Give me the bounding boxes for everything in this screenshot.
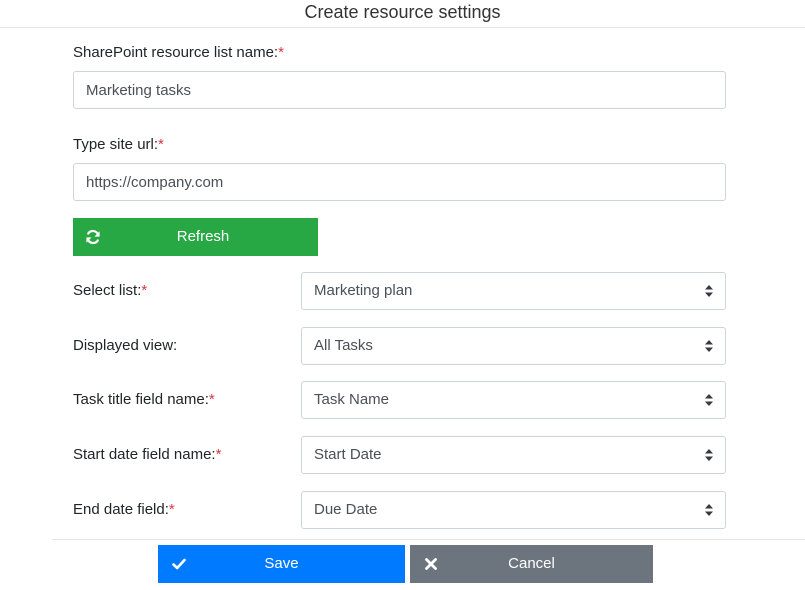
required-mark: * bbox=[168, 501, 175, 518]
displayed-view-label: Displayed view: bbox=[73, 336, 177, 356]
list-name-label: SharePoint resource list name:* bbox=[73, 43, 284, 63]
sort-arrows-icon bbox=[705, 394, 713, 406]
start-date-field-value: Start Date bbox=[314, 446, 382, 463]
required-mark: * bbox=[141, 282, 148, 299]
save-button-label: Save bbox=[264, 555, 299, 572]
list-name-input[interactable] bbox=[73, 71, 726, 109]
create-resource-settings-dialog: Create resource settings SharePoint reso… bbox=[0, 0, 805, 590]
list-name-label-text: SharePoint resource list name: bbox=[73, 44, 279, 61]
start-date-field-dropdown[interactable]: Start Date bbox=[301, 436, 726, 474]
check-icon bbox=[172, 558, 186, 570]
close-icon bbox=[425, 558, 437, 570]
end-date-field-label: End date field:* bbox=[73, 500, 175, 520]
site-url-label: Type site url:* bbox=[73, 135, 164, 155]
required-mark: * bbox=[215, 446, 222, 463]
required-mark: * bbox=[158, 136, 164, 153]
task-title-field-dropdown[interactable]: Task Name bbox=[301, 381, 726, 419]
cancel-button-label: Cancel bbox=[508, 555, 555, 572]
cancel-button[interactable]: Cancel bbox=[410, 545, 653, 583]
dialog-title: Create resource settings bbox=[0, 0, 805, 28]
displayed-view-label-text: Displayed view: bbox=[73, 337, 178, 354]
refresh-button[interactable]: Refresh bbox=[73, 218, 318, 256]
sort-arrows-icon bbox=[705, 340, 713, 352]
task-title-field-value: Task Name bbox=[314, 391, 390, 408]
start-date-field-label-text: Start date field name: bbox=[73, 446, 216, 463]
required-mark: * bbox=[278, 44, 284, 61]
save-button[interactable]: Save bbox=[158, 545, 405, 583]
sort-arrows-icon bbox=[705, 504, 713, 516]
select-list-label-text: Select list: bbox=[73, 282, 142, 299]
displayed-view-dropdown[interactable]: All Tasks bbox=[301, 327, 726, 365]
task-title-field-label-text: Task title field name: bbox=[73, 391, 209, 408]
start-date-field-label: Start date field name:* bbox=[73, 445, 221, 465]
end-date-field-dropdown[interactable]: Due Date bbox=[301, 491, 726, 529]
select-list-label: Select list:* bbox=[73, 281, 147, 301]
select-list-dropdown[interactable]: Marketing plan bbox=[301, 272, 726, 310]
end-date-field-label-text: End date field: bbox=[73, 501, 169, 518]
refresh-icon bbox=[86, 229, 100, 245]
refresh-button-label: Refresh bbox=[176, 228, 230, 245]
displayed-view-value: All Tasks bbox=[314, 337, 373, 354]
end-date-field-value: Due Date bbox=[314, 501, 378, 518]
site-url-label-text: Type site url: bbox=[73, 136, 159, 153]
sort-arrows-icon bbox=[705, 285, 713, 297]
required-mark: * bbox=[208, 391, 215, 408]
site-url-input[interactable] bbox=[73, 163, 726, 201]
select-list-value: Marketing plan bbox=[314, 282, 413, 299]
task-title-field-label: Task title field name:* bbox=[73, 390, 215, 410]
sort-arrows-icon bbox=[705, 449, 713, 461]
footer-divider bbox=[52, 539, 805, 540]
